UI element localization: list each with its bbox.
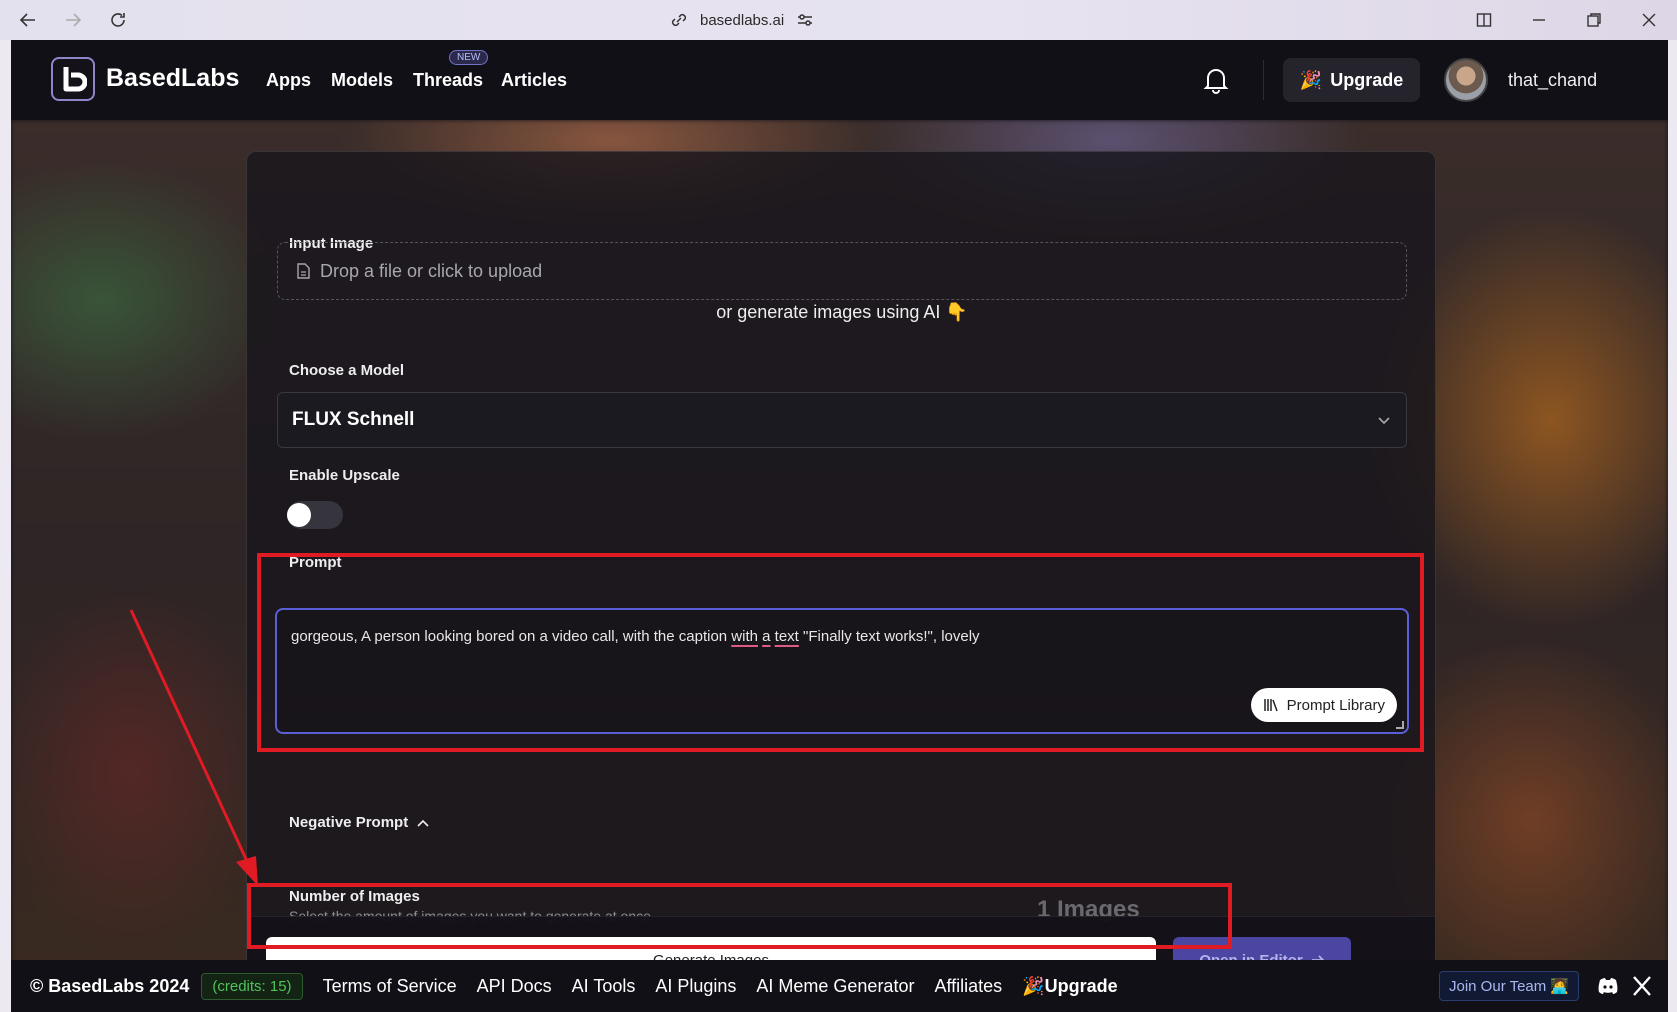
annotation-arrow — [129, 609, 258, 886]
